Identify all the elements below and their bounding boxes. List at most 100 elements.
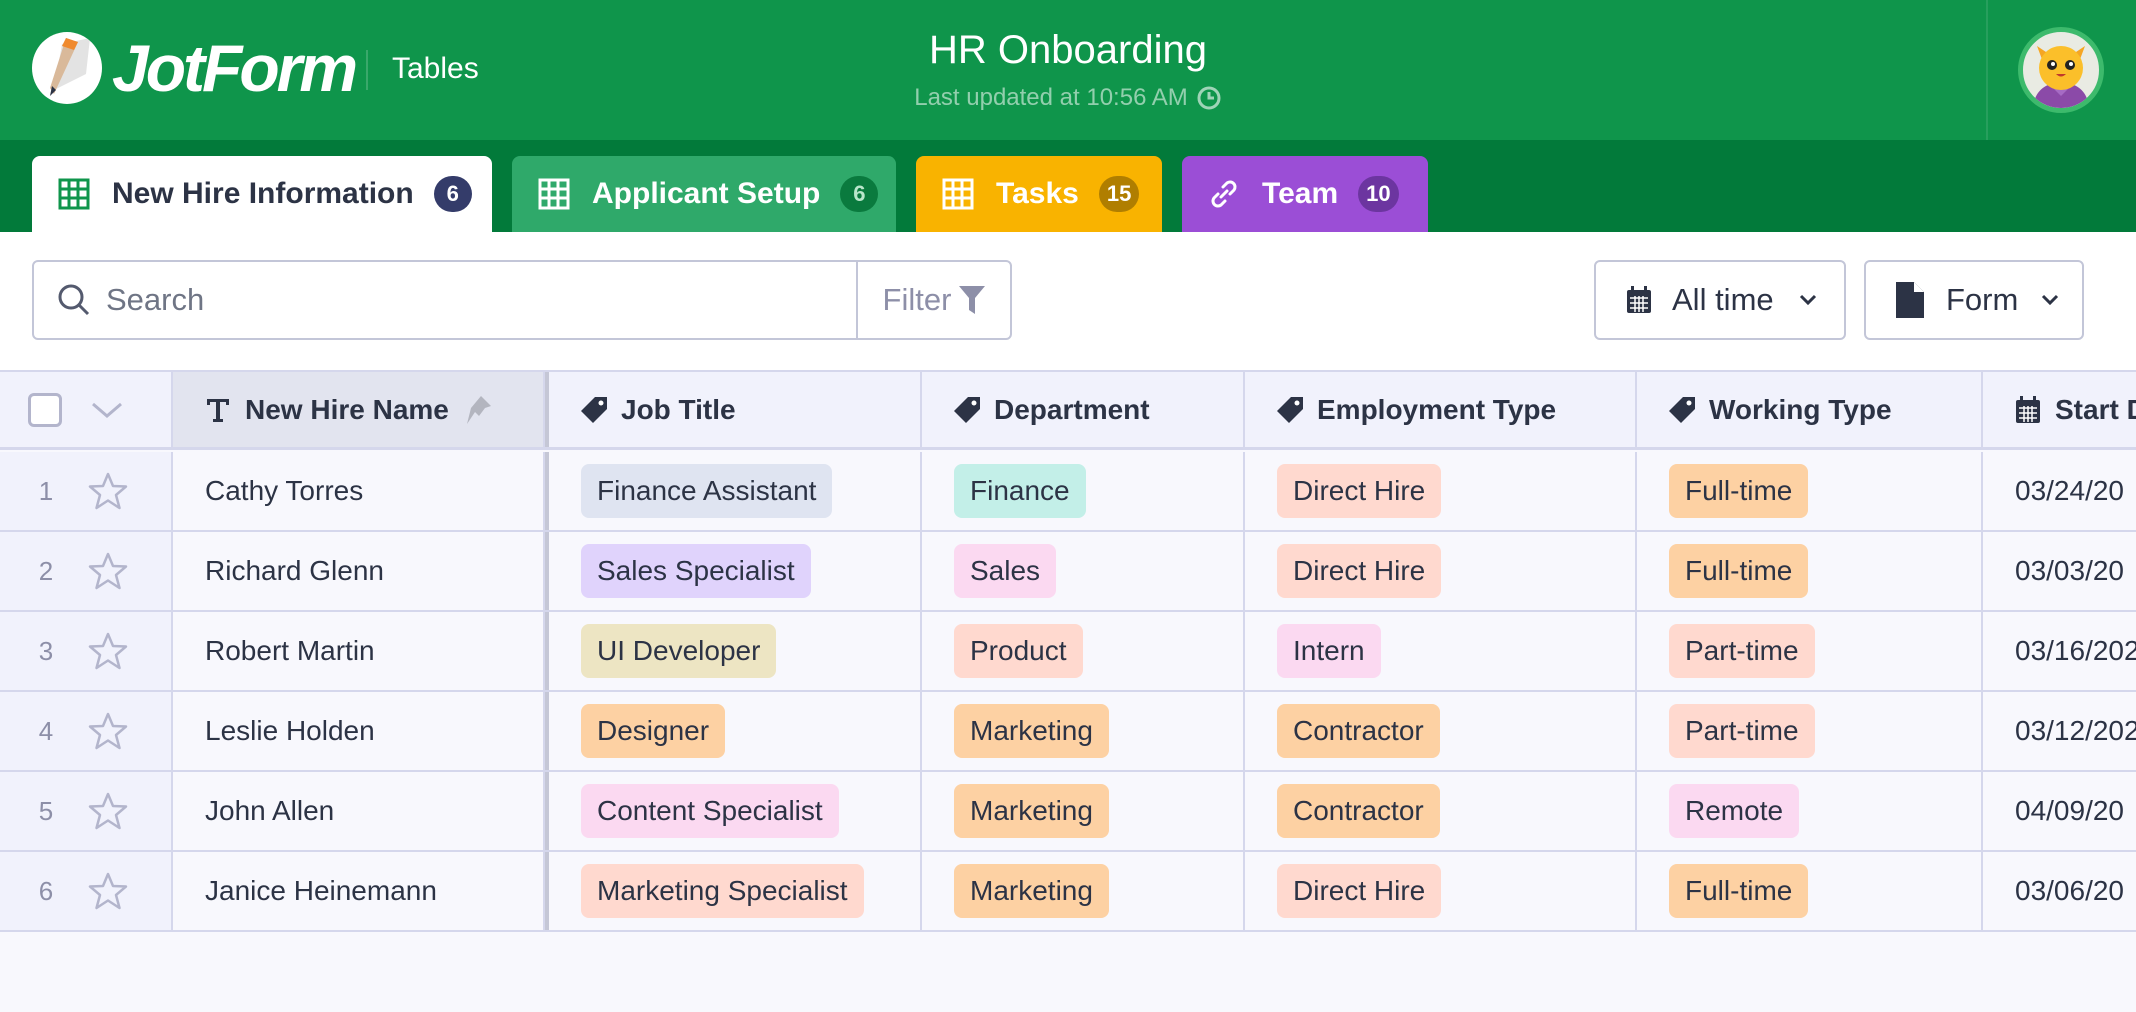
chevron-down-icon[interactable] <box>90 400 124 420</box>
column-header-label: New Hire Name <box>245 393 449 425</box>
column-header-department[interactable]: Department <box>922 372 1245 447</box>
job-title-cell[interactable]: Marketing Specialist <box>545 852 922 930</box>
date-range-dropdown[interactable]: All time <box>1594 260 1846 340</box>
new-hire-name-cell[interactable]: Leslie Holden <box>173 692 545 770</box>
source-dropdown[interactable]: Form <box>1864 260 2084 340</box>
working-type-cell[interactable]: Full-time <box>1637 532 1983 610</box>
star-icon[interactable] <box>88 871 128 911</box>
employment-type-cell[interactable]: Intern <box>1245 612 1637 690</box>
column-header-start-date[interactable]: Start Date <box>1983 372 2136 447</box>
start-date-cell[interactable]: 03/03/20 <box>1983 532 2136 610</box>
job-title-cell[interactable]: Designer <box>545 692 922 770</box>
employment-type-cell[interactable]: Direct Hire <box>1245 532 1637 610</box>
department-cell[interactable]: Finance <box>922 452 1245 530</box>
new-hire-name-cell[interactable]: Richard Glenn <box>173 532 545 610</box>
tag-icon <box>1277 396 1303 423</box>
tab-count-badge: 6 <box>433 176 472 212</box>
new-hire-name-cell[interactable]: Robert Martin <box>173 612 545 690</box>
department-cell[interactable]: Marketing <box>922 772 1245 850</box>
column-header-label: Start Date <box>2055 393 2136 425</box>
employment-type-tag: Contractor <box>1277 784 1440 838</box>
table-row[interactable]: 5 John Allen Content Specialist Marketin… <box>0 772 2136 852</box>
department-cell[interactable]: Sales <box>922 532 1245 610</box>
page-title[interactable]: HR Onboarding <box>0 28 2136 73</box>
search-box: Filter <box>32 260 1012 340</box>
filter-icon <box>959 286 986 314</box>
employment-type-cell[interactable]: Contractor <box>1245 692 1637 770</box>
column-header-working-type[interactable]: Working Type <box>1637 372 1983 447</box>
working-type-cell[interactable]: Full-time <box>1637 452 1983 530</box>
table-row[interactable]: 6 Janice Heinemann Marketing Specialist … <box>0 852 2136 932</box>
select-column-header <box>0 372 173 447</box>
working-type-tag: Full-time <box>1669 864 1809 918</box>
employment-type-cell[interactable]: Contractor <box>1245 772 1637 850</box>
start-date: 03/03/20 <box>2015 555 2124 586</box>
department-cell[interactable]: Marketing <box>922 692 1245 770</box>
user-avatar[interactable] <box>2018 27 2104 113</box>
table-header-row: New Hire Name Job Title Department Emplo… <box>0 370 2136 450</box>
column-header-job-title[interactable]: Job Title <box>545 372 922 447</box>
pin-icon[interactable] <box>466 395 491 424</box>
table-row[interactable]: 1 Cathy Torres Finance Assistant Finance… <box>0 452 2136 532</box>
table-row[interactable]: 3 Robert Martin UI Developer Product Int… <box>0 612 2136 692</box>
filter-label: Filter <box>882 282 952 317</box>
tab-applicant-setup[interactable]: Applicant Setup 6 <box>512 156 896 232</box>
tab-team[interactable]: Team 10 <box>1182 156 1428 232</box>
tab-new-hire-information[interactable]: New Hire Information 6 <box>32 156 492 232</box>
table-row[interactable]: 2 Richard Glenn Sales Specialist Sales D… <box>0 532 2136 612</box>
column-header-new-hire-name[interactable]: New Hire Name <box>173 372 545 447</box>
working-type-cell[interactable]: Part-time <box>1637 612 1983 690</box>
start-date: 04/09/20 <box>2015 795 2124 826</box>
star-icon[interactable] <box>88 711 128 751</box>
department-tag: Product <box>954 624 1083 678</box>
tab-count-badge: 15 <box>1098 176 1140 212</box>
start-date-cell[interactable]: 03/12/202 <box>1983 692 2136 770</box>
employment-type-cell[interactable]: Direct Hire <box>1245 852 1637 930</box>
start-date-cell[interactable]: 03/16/202 <box>1983 612 2136 690</box>
search-input[interactable] <box>106 282 866 318</box>
star-icon[interactable] <box>88 791 128 831</box>
document-icon <box>1896 282 1924 318</box>
column-header-employment-type[interactable]: Employment Type <box>1245 372 1637 447</box>
working-type-cell[interactable]: Remote <box>1637 772 1983 850</box>
last-updated-text: Last updated at 10:56 AM <box>914 84 1188 111</box>
working-type-tag: Part-time <box>1669 624 1815 678</box>
department-cell[interactable]: Product <box>922 612 1245 690</box>
start-date-cell[interactable]: 03/06/20 <box>1983 852 2136 930</box>
job-title-cell[interactable]: Sales Specialist <box>545 532 922 610</box>
tag-icon <box>581 396 607 423</box>
row-number: 1 <box>38 475 54 506</box>
job-title-cell[interactable]: UI Developer <box>545 612 922 690</box>
new-hire-name: Richard Glenn <box>205 555 384 586</box>
new-hire-name-cell[interactable]: Janice Heinemann <box>173 852 545 930</box>
row-number: 2 <box>38 555 54 586</box>
department-tag: Sales <box>954 544 1057 598</box>
star-icon[interactable] <box>88 471 128 511</box>
start-date-cell[interactable]: 03/24/20 <box>1983 452 2136 530</box>
working-type-cell[interactable]: Part-time <box>1637 692 1983 770</box>
new-hire-name-cell[interactable]: Cathy Torres <box>173 452 545 530</box>
start-date-cell[interactable]: 04/09/20 <box>1983 772 2136 850</box>
tab-tasks[interactable]: Tasks 15 <box>916 156 1162 232</box>
select-all-checkbox[interactable] <box>28 392 62 427</box>
table-row[interactable]: 4 Leslie Holden Designer Marketing Contr… <box>0 692 2136 772</box>
last-updated: Last updated at 10:56 AM <box>0 84 2136 112</box>
filter-button[interactable]: Filter <box>856 262 1010 338</box>
column-header-label: Employment Type <box>1317 393 1557 425</box>
department-tag: Marketing <box>954 784 1109 838</box>
row-number: 4 <box>38 715 54 746</box>
column-header-label: Department <box>994 393 1150 425</box>
job-title-cell[interactable]: Finance Assistant <box>545 452 922 530</box>
job-title-tag: Designer <box>581 704 726 758</box>
star-icon[interactable] <box>88 631 128 671</box>
job-title-cell[interactable]: Content Specialist <box>545 772 922 850</box>
department-cell[interactable]: Marketing <box>922 852 1245 930</box>
search-icon <box>58 284 90 316</box>
employment-type-cell[interactable]: Direct Hire <box>1245 452 1637 530</box>
star-icon[interactable] <box>88 551 128 591</box>
working-type-cell[interactable]: Full-time <box>1637 852 1983 930</box>
employment-type-tag: Direct Hire <box>1277 544 1442 598</box>
new-hire-name-cell[interactable]: John Allen <box>173 772 545 850</box>
new-hire-name: John Allen <box>205 795 335 826</box>
new-hire-name: Janice Heinemann <box>205 875 437 906</box>
